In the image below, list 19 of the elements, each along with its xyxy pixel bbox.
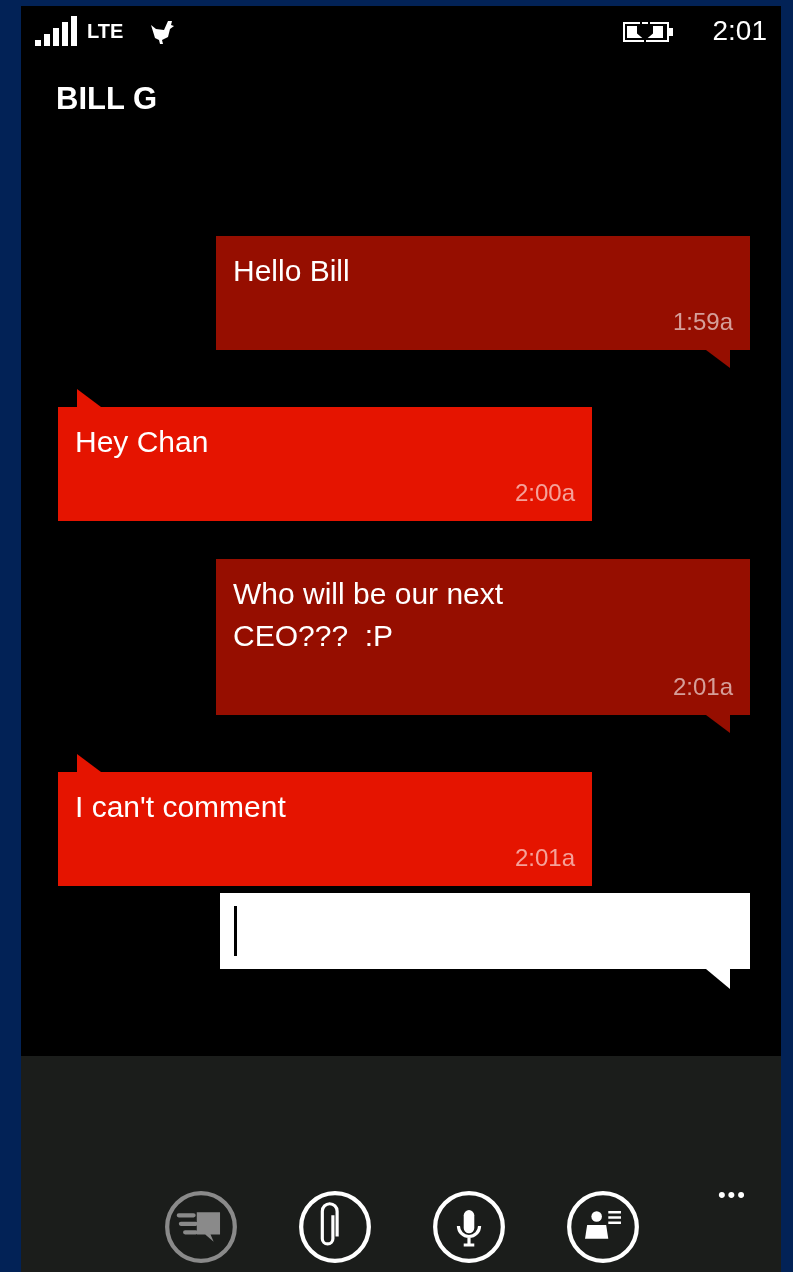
message-text: I can't comment (75, 788, 287, 825)
contact-card-button[interactable] (566, 1190, 640, 1264)
message-time: 2:00a (514, 477, 575, 508)
clock: 2:01 (712, 14, 767, 48)
text-cursor (234, 905, 237, 956)
network-label: LTE (87, 19, 124, 44)
message-input[interactable] (220, 892, 750, 969)
message-text: Hello Bill (233, 252, 351, 289)
voice-button[interactable] (432, 1190, 506, 1264)
message-time: 2:01a (672, 671, 733, 702)
bubble-tail (706, 968, 730, 989)
message-text: Hey Chan (75, 423, 210, 460)
message-time: 2:01a (514, 842, 575, 873)
attach-button[interactable] (298, 1190, 372, 1264)
more-button[interactable]: ••• (717, 1178, 747, 1211)
message-time: 1:59a (672, 306, 733, 337)
contact-name: BILL G (56, 80, 158, 118)
battery-charging-icon (622, 19, 675, 43)
message-text: Who will be our next CEO??? :P (233, 575, 505, 654)
